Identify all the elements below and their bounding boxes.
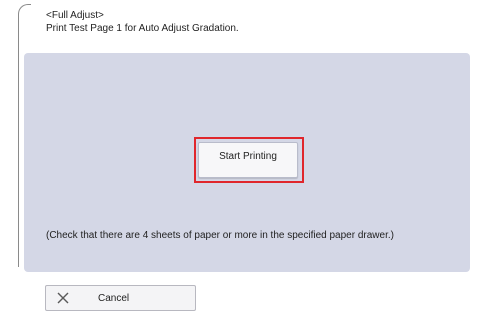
cancel-label: Cancel — [98, 292, 130, 304]
start-printing-label: Start Printing — [219, 150, 277, 162]
paper-note: (Check that there are 4 sheets of paper … — [46, 230, 394, 241]
start-printing-button[interactable]: Start Printing — [198, 142, 298, 178]
screen-instruction: Print Test Page 1 for Auto Adjust Gradat… — [46, 23, 239, 34]
close-icon — [56, 291, 70, 305]
screen-title: <Full Adjust> — [46, 10, 104, 21]
cancel-button[interactable]: Cancel — [45, 285, 196, 311]
screen-header: <Full Adjust> Print Test Page 1 for Auto… — [46, 9, 239, 35]
